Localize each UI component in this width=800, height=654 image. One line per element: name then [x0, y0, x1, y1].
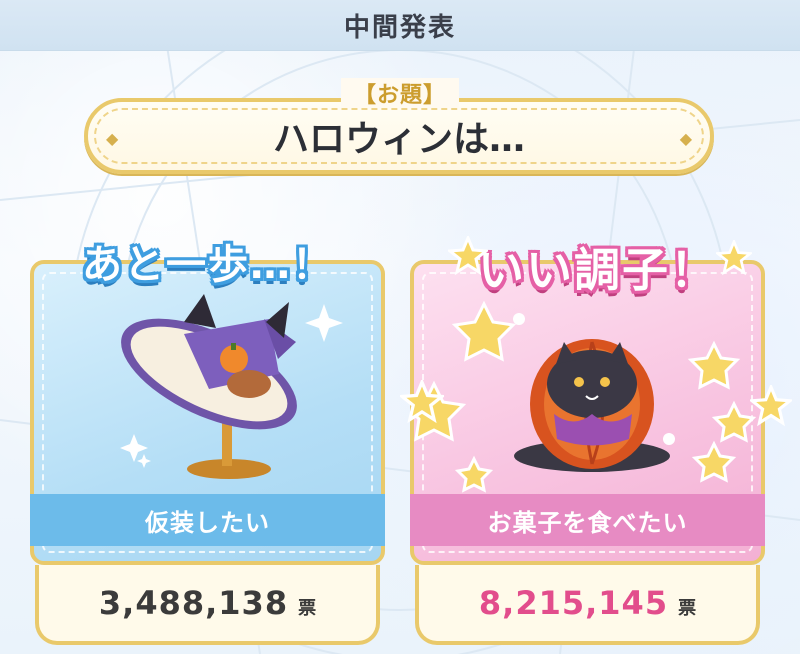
- vote-unit: 票: [298, 598, 317, 619]
- witch-hat-icon: [120, 294, 343, 479]
- theme-label: 【お題】: [341, 78, 459, 108]
- option-card-sweets[interactable]: お菓子を食べたい: [410, 260, 765, 565]
- status-badge: いい調子！: [478, 243, 718, 297]
- vote-count: 8,215,145: [478, 584, 669, 622]
- status-badge: あと一歩…！: [82, 242, 334, 288]
- theme-text: ハロウィンは…: [272, 119, 525, 160]
- star-icon: [448, 236, 488, 276]
- option-card-costume[interactable]: 仮装したい: [30, 260, 385, 565]
- vote-count: 3,488,138: [98, 584, 289, 622]
- star-icon: [716, 240, 752, 276]
- vote-unit: 票: [678, 598, 697, 619]
- star-icon: [400, 380, 444, 424]
- vote-count-box: 3,488,138 票: [35, 565, 380, 645]
- option-name: お菓子を食べたい: [410, 494, 765, 546]
- option-name: 仮装したい: [30, 494, 385, 546]
- page-title: 中間発表: [343, 12, 456, 43]
- star-icon: [750, 385, 792, 427]
- header-bar: 中間発表: [0, 0, 800, 51]
- vote-count-box: 8,215,145 票: [415, 565, 760, 645]
